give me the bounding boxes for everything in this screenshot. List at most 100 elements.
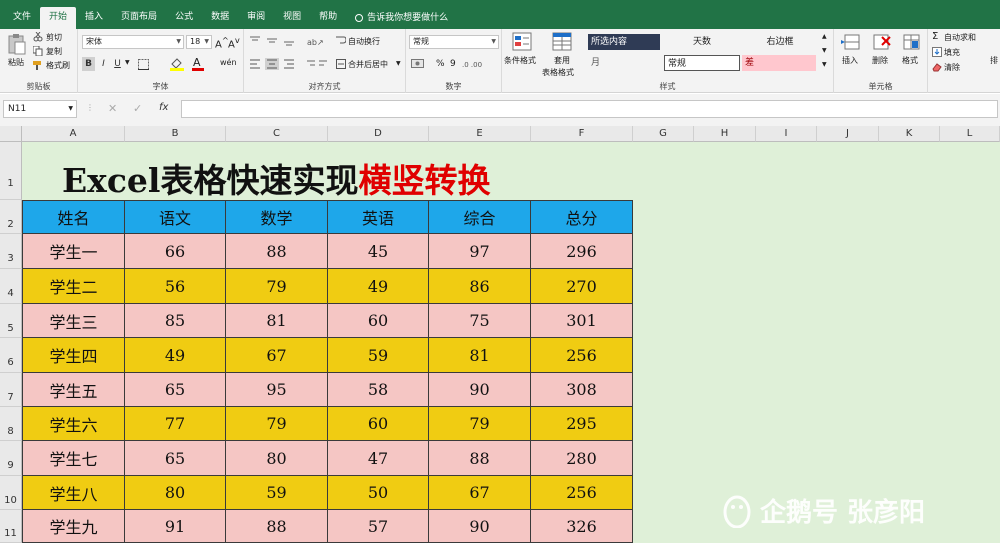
font-color-icon[interactable]: A [192, 56, 204, 71]
table-cell[interactable]: 学生八 [22, 476, 125, 510]
format-painter-icon[interactable] [33, 60, 43, 70]
font-name-select[interactable]: 宋体 ▼ [82, 35, 184, 49]
number-format-select[interactable]: 常规 ▼ [409, 35, 499, 49]
table-cell[interactable]: 88 [429, 441, 531, 476]
cancel-icon[interactable]: ✕ [108, 102, 117, 115]
table-cell[interactable]: 47 [328, 441, 429, 476]
menu-file[interactable]: 文件 [4, 7, 40, 29]
table-header-cell[interactable]: 语文 [125, 200, 226, 234]
phonetic-button[interactable]: wén [220, 58, 237, 67]
cut-button[interactable]: 剪切 [46, 32, 62, 43]
column-header-b[interactable]: B [125, 126, 226, 142]
italic-button[interactable]: I [98, 57, 109, 71]
table-cell[interactable]: 50 [328, 476, 429, 510]
chevron-down-icon[interactable]: ▼ [68, 101, 73, 117]
row-header-10[interactable]: 10 [0, 476, 22, 510]
fill-color-icon[interactable] [170, 57, 184, 71]
table-cell[interactable]: 86 [429, 269, 531, 304]
table-cell[interactable]: 66 [125, 234, 226, 269]
table-cell[interactable]: 60 [328, 304, 429, 338]
table-header-cell[interactable]: 数学 [226, 200, 328, 234]
currency-icon[interactable] [411, 58, 431, 70]
table-cell[interactable]: 75 [429, 304, 531, 338]
table-cell[interactable]: 256 [531, 338, 633, 373]
table-cell[interactable]: 81 [226, 304, 328, 338]
select-all-corner[interactable] [0, 126, 22, 142]
table-cell[interactable]: 80 [226, 441, 328, 476]
table-cell[interactable]: 57 [328, 510, 429, 543]
formula-input[interactable] [181, 100, 998, 118]
table-cell[interactable]: 学生五 [22, 373, 125, 407]
row-header-2[interactable]: 2 [0, 200, 22, 234]
menu-data[interactable]: 数据 [202, 7, 238, 29]
format-as-table-icon[interactable] [552, 32, 574, 52]
copy-icon[interactable] [33, 46, 43, 56]
table-cell[interactable]: 79 [226, 269, 328, 304]
table-cell[interactable]: 79 [429, 407, 531, 441]
table-cell[interactable]: 学生六 [22, 407, 125, 441]
table-cell[interactable]: 280 [531, 441, 633, 476]
menu-home[interactable]: 开始 [40, 7, 77, 29]
row-header-4[interactable]: 4 [0, 269, 22, 304]
table-cell[interactable]: 65 [125, 373, 226, 407]
merge-center-button[interactable]: 合并后居中 [348, 59, 388, 70]
borders-icon[interactable] [138, 59, 150, 70]
paste-icon[interactable] [7, 33, 27, 55]
table-cell[interactable]: 77 [125, 407, 226, 441]
table-cell[interactable]: 58 [328, 373, 429, 407]
fill-down-icon[interactable] [932, 47, 942, 57]
cell-style-normal[interactable]: 常规 [664, 55, 740, 71]
column-header-h[interactable]: H [694, 126, 756, 142]
cell-style-selected[interactable]: 所选内容 [588, 34, 660, 50]
row-header-1[interactable]: 1 [0, 142, 22, 200]
table-cell[interactable]: 60 [328, 407, 429, 441]
font-size-select[interactable]: 18 ▼ [186, 35, 212, 49]
table-header-cell[interactable]: 总分 [531, 200, 633, 234]
table-cell[interactable]: 301 [531, 304, 633, 338]
table-cell[interactable]: 学生一 [22, 234, 125, 269]
merge-center-icon[interactable] [336, 59, 346, 69]
row-header-8[interactable]: 8 [0, 407, 22, 441]
menu-view[interactable]: 视图 [274, 7, 310, 29]
table-cell[interactable]: 65 [125, 441, 226, 476]
chevron-down-icon[interactable]: ▼ [125, 59, 130, 66]
table-cell[interactable]: 45 [328, 234, 429, 269]
table-cell[interactable]: 90 [429, 373, 531, 407]
paste-label[interactable]: 粘贴 [8, 57, 24, 68]
table-header-cell[interactable]: 姓名 [22, 200, 125, 234]
font-shrink-icon[interactable]: Av [228, 35, 240, 50]
table-cell[interactable]: 59 [328, 338, 429, 373]
table-cell[interactable]: 91 [125, 510, 226, 543]
vertical-align-icons[interactable] [250, 36, 304, 46]
enter-icon[interactable]: ✓ [133, 102, 142, 115]
copy-button[interactable]: 复制 [46, 46, 62, 57]
eraser-icon[interactable] [932, 62, 942, 72]
wrap-text-icon[interactable] [336, 35, 346, 45]
format-button[interactable]: 格式 [902, 55, 918, 66]
autosum-button[interactable]: 自动求和 [944, 32, 976, 43]
conditional-format-button[interactable]: 条件格式 [504, 55, 536, 66]
table-cell[interactable]: 256 [531, 476, 633, 510]
column-header-g[interactable]: G [633, 126, 694, 142]
menu-page-layout[interactable]: 页面布局 [112, 7, 166, 29]
tell-me-box[interactable]: 告诉我你想要做什么 [346, 7, 457, 29]
table-cell[interactable]: 296 [531, 234, 633, 269]
table-cell[interactable]: 326 [531, 510, 633, 543]
bold-button[interactable]: B [82, 57, 95, 71]
percent-button[interactable]: % [436, 59, 445, 69]
decimal-icons[interactable]: .0 .00 [462, 58, 496, 70]
comma-button[interactable]: 9 [450, 59, 456, 69]
table-cell[interactable]: 49 [125, 338, 226, 373]
name-box[interactable]: N11 ▼ [3, 100, 77, 118]
scroll-down-icon[interactable]: ▼ [822, 47, 827, 54]
scroll-up-icon[interactable]: ▲ [822, 33, 827, 40]
table-cell[interactable]: 88 [226, 510, 328, 543]
format-painter-button[interactable]: 格式刷 [46, 60, 70, 71]
horizontal-align-icons[interactable] [250, 58, 304, 70]
row-header-3[interactable]: 3 [0, 234, 22, 269]
conditional-format-icon[interactable] [512, 32, 534, 52]
wrap-text-button[interactable]: 自动换行 [348, 36, 380, 47]
font-grow-icon[interactable]: A^ [215, 35, 229, 50]
menu-help[interactable]: 帮助 [310, 7, 346, 29]
table-cell[interactable]: 49 [328, 269, 429, 304]
